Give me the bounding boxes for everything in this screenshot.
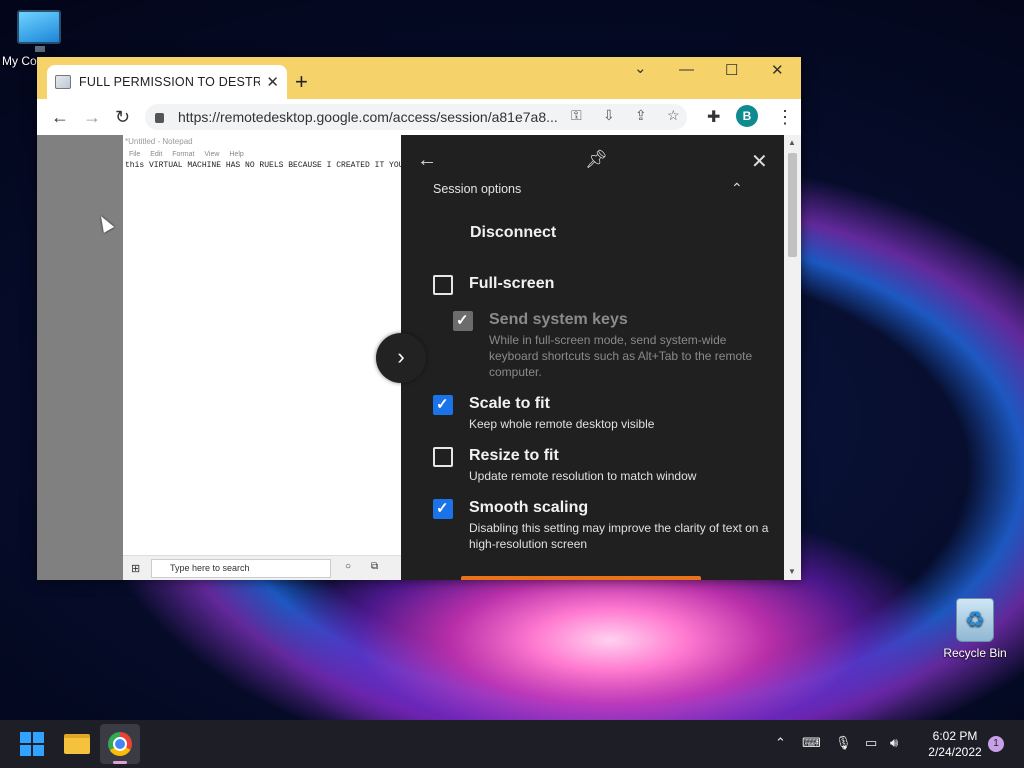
close-window-button[interactable]: ✕ (771, 61, 784, 79)
send-system-keys-checkbox: ✓ (453, 311, 473, 331)
monitor-icon (17, 10, 61, 52)
browser-window: FULL PERMISSION TO DESTROY ✕ + ⌄ — ☐ ✕ ←… (37, 57, 801, 580)
page-scrollbar[interactable]: ▲ ▼ (784, 135, 801, 580)
windows-start-icon[interactable] (20, 732, 44, 756)
check-icon: ✓ (456, 312, 469, 329)
notepad-title: *Untitled - Notepad (125, 137, 193, 146)
check-icon: ✓ (436, 396, 449, 413)
chevron-up-icon[interactable]: ⌃ (731, 180, 743, 197)
option-full-screen[interactable]: Full-screen (433, 275, 773, 299)
option-description: Keep whole remote desktop visible (469, 417, 655, 431)
clock-time: 6:02 PM (932, 729, 978, 743)
chevron-up-icon[interactable]: ⌃ (775, 735, 786, 751)
install-icon[interactable]: ⇩ (603, 107, 615, 124)
disconnect-button[interactable]: Disconnect (470, 224, 556, 242)
section-title[interactable]: Session options (433, 182, 521, 196)
tab-close-icon[interactable]: ✕ (266, 73, 279, 91)
partial-button[interactable] (461, 576, 701, 580)
pin-icon[interactable]: 📌︎ (585, 149, 608, 170)
remote-taskbar: ⊞ Type here to search ○ ⧉ (123, 555, 403, 580)
tab-strip: FULL PERMISSION TO DESTROY ✕ + ⌄ — ☐ ✕ (37, 57, 801, 99)
session-options-panel: ← 📌︎ ✕ Session options ⌃ Disconnect Full… (401, 135, 784, 580)
profile-avatar[interactable]: B (736, 105, 758, 127)
back-arrow-icon[interactable]: ← (51, 107, 69, 128)
notepad-menu-file[interactable]: File (129, 151, 140, 158)
option-name: Smooth scaling (469, 499, 589, 516)
remote-desktop-viewport[interactable]: *Untitled - Notepad File Edit Format Vie… (37, 135, 801, 580)
chrome-icon[interactable] (108, 732, 132, 756)
network-icon[interactable]: ▭ (865, 735, 877, 751)
option-name: Resize to fit (469, 447, 559, 464)
option-description: While in full-screen mode, send system-w… (489, 333, 753, 379)
microphone-icon[interactable]: 🎙︎ (835, 735, 852, 751)
minimize-button[interactable]: — (679, 61, 694, 78)
key-icon[interactable]: ⚿ (571, 107, 582, 124)
notification-badge[interactable]: 1 (988, 736, 1004, 752)
close-icon[interactable]: ✕ (751, 149, 768, 174)
option-scale-to-fit[interactable]: ✓ Scale to fit Keep whole remote desktop… (433, 395, 773, 435)
mouse-cursor-icon (95, 213, 115, 233)
desktop-icon-recycle-bin[interactable]: ♻ Recycle Bin (940, 598, 1010, 660)
remote-start-icon[interactable]: ⊞ (131, 562, 140, 575)
option-description: Update remote resolution to match window (469, 469, 697, 483)
scale-to-fit-checkbox[interactable]: ✓ (433, 395, 453, 415)
remote-task-view-icon[interactable]: ⧉ (371, 561, 378, 572)
keyboard-icon[interactable]: ⌨ (802, 735, 821, 751)
active-app-indicator (113, 761, 127, 764)
option-smooth-scaling[interactable]: ✓ Smooth scaling Disabling this setting … (433, 499, 773, 555)
url-text[interactable]: https://remotedesktop.google.com/access/… (178, 109, 558, 125)
scroll-down-icon[interactable]: ▼ (788, 567, 796, 576)
back-arrow-icon[interactable]: ← (417, 149, 437, 172)
recycle-bin-icon: ♻ (956, 598, 994, 642)
address-bar[interactable]: https://remotedesktop.google.com/access/… (145, 104, 687, 130)
maximize-button[interactable]: ☐ (725, 61, 738, 79)
notepad-text[interactable]: this VIRTUAL MACHINE HAS NO RUELS BECAUS… (125, 161, 413, 170)
browser-toolbar: ← → ↻ https://remotedesktop.google.com/a… (37, 99, 801, 135)
option-resize-to-fit[interactable]: Resize to fit Update remote resolution t… (433, 447, 773, 487)
scroll-up-icon[interactable]: ▲ (788, 138, 796, 147)
notepad-menu-format[interactable]: Format (172, 151, 194, 158)
remote-search-box[interactable]: Type here to search (151, 559, 331, 578)
option-name: Full-screen (469, 275, 555, 292)
system-clock[interactable]: 6:02 PM 2/24/2022 (920, 728, 990, 760)
remote-screen[interactable]: *Untitled - Notepad File Edit Format Vie… (123, 135, 413, 580)
new-tab-button[interactable]: + (295, 69, 308, 95)
browser-tab[interactable]: FULL PERMISSION TO DESTROY ✕ (47, 65, 287, 99)
option-name: Scale to fit (469, 395, 550, 412)
full-screen-checkbox[interactable] (433, 275, 453, 295)
extensions-puzzle-icon[interactable]: ✚ (707, 107, 720, 127)
file-explorer-icon[interactable] (64, 734, 90, 754)
taskbar: ⌃ ⌨ 🎙︎ ▭ 🔊︎ 6:02 PM 2/24/2022 1 (0, 720, 1024, 768)
forward-arrow-icon[interactable]: → (83, 107, 101, 128)
share-icon[interactable]: ⇪ (635, 107, 647, 124)
option-description: Disabling this setting may improve the c… (469, 521, 769, 551)
notepad-menu-help[interactable]: Help (229, 151, 243, 158)
option-send-system-keys: ✓ Send system keys While in full-screen … (453, 311, 784, 381)
notepad-menu: File Edit Format View Help (129, 151, 252, 158)
tab-title: FULL PERMISSION TO DESTROY (79, 75, 261, 89)
check-icon: ✓ (436, 500, 449, 517)
tab-search-chevron-icon[interactable]: ⌄ (634, 59, 647, 77)
remote-desktop-favicon-icon (55, 75, 71, 89)
lock-icon (155, 113, 164, 123)
bookmark-star-icon[interactable]: ☆ (667, 107, 680, 124)
option-name: Send system keys (489, 311, 628, 328)
volume-icon[interactable]: 🔊︎ (890, 735, 898, 751)
menu-kebab-icon[interactable]: ⋮ (776, 107, 794, 128)
remote-cortana-icon[interactable]: ○ (345, 561, 351, 572)
panel-toggle-chevron-icon[interactable]: › (376, 333, 426, 383)
smooth-scaling-checkbox[interactable]: ✓ (433, 499, 453, 519)
notepad-menu-edit[interactable]: Edit (150, 151, 162, 158)
remote-search-placeholder: Type here to search (170, 563, 250, 573)
desktop-icon-label: Recycle Bin (943, 646, 1007, 660)
reload-icon[interactable]: ↻ (115, 107, 130, 128)
clock-date: 2/24/2022 (928, 745, 982, 759)
notepad-menu-view[interactable]: View (204, 151, 219, 158)
resize-to-fit-checkbox[interactable] (433, 447, 453, 467)
scrollbar-thumb[interactable] (788, 153, 797, 257)
